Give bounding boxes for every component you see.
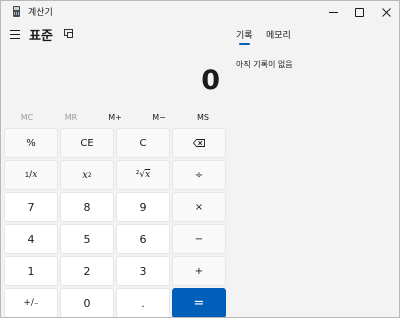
memory-row: MC MR M+ M− MS: [5, 111, 225, 125]
digit-4-button[interactable]: 4: [4, 224, 58, 254]
clear-button[interactable]: C: [116, 128, 170, 158]
active-tab-indicator: [239, 43, 250, 45]
calculator-app-icon: [13, 6, 20, 17]
memory-clear-button[interactable]: MC: [5, 111, 49, 125]
calculator-window: 계산기 표준 0 MC MR M+ M− MS % CE C 1 / x x 2…: [0, 0, 400, 318]
tab-memory[interactable]: 메모리: [266, 28, 291, 41]
square-exponent: 2: [87, 171, 92, 179]
digit-1-button[interactable]: 1: [4, 256, 58, 286]
multiply-button[interactable]: ×: [172, 192, 226, 222]
digit-9-button[interactable]: 9: [116, 192, 170, 222]
title-bar[interactable]: 계산기: [1, 1, 399, 23]
tab-history[interactable]: 기록: [236, 28, 253, 41]
digit-0-button[interactable]: 0: [60, 288, 114, 317]
digit-6-button[interactable]: 6: [116, 224, 170, 254]
minimize-button[interactable]: [319, 1, 347, 23]
close-button[interactable]: [372, 1, 399, 23]
window-title: 계산기: [28, 8, 53, 18]
keep-on-top-icon[interactable]: [64, 29, 73, 38]
add-button[interactable]: +: [172, 256, 226, 286]
memory-store-button[interactable]: MS: [181, 111, 225, 125]
memory-add-button[interactable]: M+: [93, 111, 137, 125]
sqrt-prefix: ²√: [135, 170, 146, 180]
history-empty-message: 아직 기록이 없음: [236, 60, 293, 69]
memory-recall-button[interactable]: MR: [49, 111, 93, 125]
close-icon: [381, 7, 391, 17]
hamburger-menu-icon[interactable]: [10, 30, 20, 39]
reciprocal-button[interactable]: 1/x: [4, 160, 58, 190]
clear-entry-button[interactable]: CE: [60, 128, 114, 158]
keypad: % CE C 1/x x2 ²√ x ÷ 7 8 9 × 4 5 6 − 1 2…: [4, 128, 227, 317]
digit-7-button[interactable]: 7: [4, 192, 58, 222]
backspace-button[interactable]: [172, 128, 226, 158]
subtract-button[interactable]: −: [172, 224, 226, 254]
minimize-icon: [328, 11, 338, 13]
divide-button[interactable]: ÷: [172, 160, 226, 190]
maximize-button[interactable]: [345, 1, 373, 23]
square-root-button[interactable]: ²√ x: [116, 160, 170, 190]
reciprocal-denominator: x: [32, 170, 38, 180]
sqrt-variable: x: [145, 170, 151, 180]
equals-button[interactable]: =: [172, 288, 226, 317]
mode-title: 표준: [29, 29, 53, 44]
percent-button[interactable]: %: [4, 128, 58, 158]
digit-8-button[interactable]: 8: [60, 192, 114, 222]
decimal-button[interactable]: .: [116, 288, 170, 317]
square-button[interactable]: x2: [60, 160, 114, 190]
negate-button[interactable]: +/₋: [4, 288, 58, 317]
result-display: 0: [201, 65, 220, 96]
digit-5-button[interactable]: 5: [60, 224, 114, 254]
backspace-icon: [193, 139, 205, 147]
digit-3-button[interactable]: 3: [116, 256, 170, 286]
maximize-icon: [354, 7, 364, 17]
memory-subtract-button[interactable]: M−: [137, 111, 181, 125]
digit-2-button[interactable]: 2: [60, 256, 114, 286]
